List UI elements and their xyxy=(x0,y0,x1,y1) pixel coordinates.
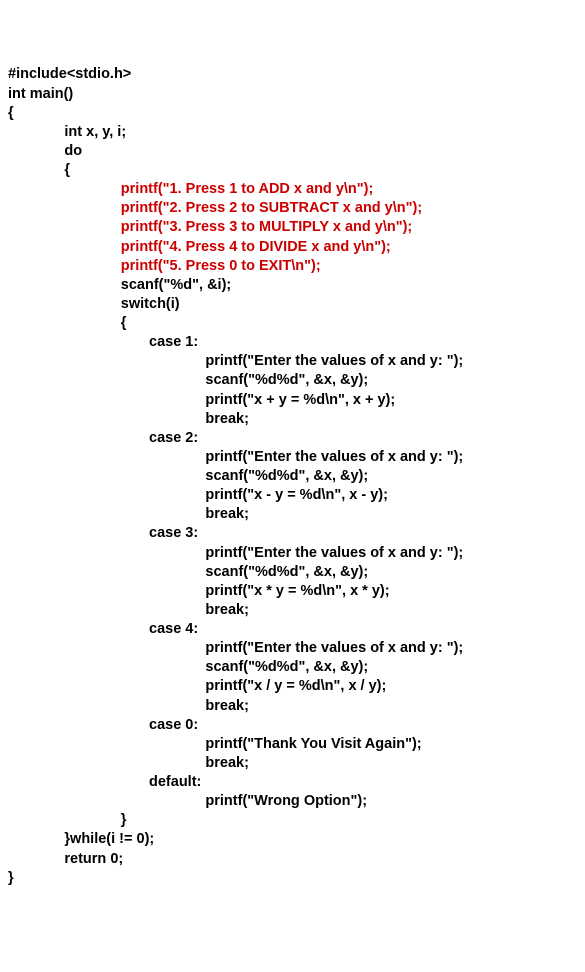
code-line: break; xyxy=(8,697,577,716)
code-line: printf("Wrong Option"); xyxy=(8,792,577,811)
code-line: printf("Enter the values of x and y: "); xyxy=(8,448,577,467)
code-line: return 0; xyxy=(8,850,577,869)
code-line: } xyxy=(8,811,577,830)
code-line: { xyxy=(8,161,577,180)
code-line: scanf("%d", &i); xyxy=(8,276,577,295)
code-line: } xyxy=(8,869,577,888)
code-line: printf("Thank You Visit Again"); xyxy=(8,735,577,754)
code-line: break; xyxy=(8,505,577,524)
code-line: break; xyxy=(8,754,577,773)
code-line: }while(i != 0); xyxy=(8,830,577,849)
code-block: #include<stdio.h>int main(){ int x, y, i… xyxy=(8,65,577,887)
code-line: scanf("%d%d", &x, &y); xyxy=(8,371,577,390)
code-line: printf("x * y = %d\n", x * y); xyxy=(8,582,577,601)
code-line: printf("Enter the values of x and y: "); xyxy=(8,639,577,658)
code-line: printf("x / y = %d\n", x / y); xyxy=(8,677,577,696)
code-line: printf("5. Press 0 to EXIT\n"); xyxy=(8,257,577,276)
code-line: printf("1. Press 1 to ADD x and y\n"); xyxy=(8,180,577,199)
code-line: #include<stdio.h> xyxy=(8,65,577,84)
code-line: { xyxy=(8,104,577,123)
code-line: int main() xyxy=(8,85,577,104)
code-line: break; xyxy=(8,410,577,429)
code-line: printf("4. Press 4 to DIVIDE x and y\n")… xyxy=(8,238,577,257)
code-line: printf("3. Press 3 to MULTIPLY x and y\n… xyxy=(8,218,577,237)
code-line: case 0: xyxy=(8,716,577,735)
code-line: scanf("%d%d", &x, &y); xyxy=(8,563,577,582)
code-line: printf("x + y = %d\n", x + y); xyxy=(8,391,577,410)
code-line: int x, y, i; xyxy=(8,123,577,142)
code-line: printf("2. Press 2 to SUBTRACT x and y\n… xyxy=(8,199,577,218)
code-line: printf("x - y = %d\n", x - y); xyxy=(8,486,577,505)
code-line: break; xyxy=(8,601,577,620)
code-line: default: xyxy=(8,773,577,792)
code-line: case 1: xyxy=(8,333,577,352)
code-line: { xyxy=(8,314,577,333)
code-line: case 3: xyxy=(8,524,577,543)
code-line: printf("Enter the values of x and y: "); xyxy=(8,352,577,371)
code-line: case 2: xyxy=(8,429,577,448)
code-line: printf("Enter the values of x and y: "); xyxy=(8,544,577,563)
code-line: scanf("%d%d", &x, &y); xyxy=(8,467,577,486)
code-line: switch(i) xyxy=(8,295,577,314)
code-line: scanf("%d%d", &x, &y); xyxy=(8,658,577,677)
code-line: do xyxy=(8,142,577,161)
code-line: case 4: xyxy=(8,620,577,639)
